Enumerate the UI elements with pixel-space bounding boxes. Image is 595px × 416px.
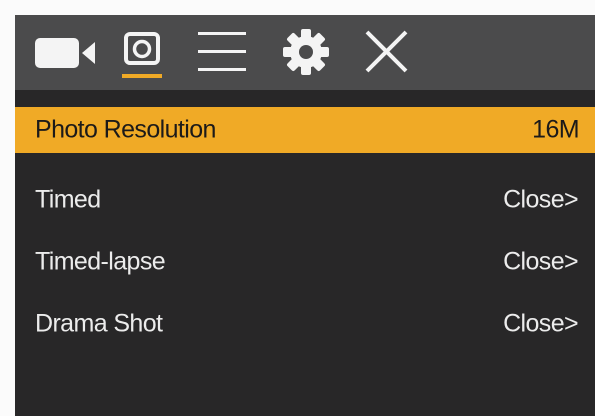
menu-item-label: Photo Resolution (35, 115, 216, 144)
menu-item-label: Timed-lapse (35, 247, 166, 276)
menu-item-label: Drama Shot (35, 309, 163, 338)
photo-camera-icon (124, 32, 160, 65)
menu-item-drama-shot[interactable]: Drama Shot Close> (15, 293, 595, 355)
video-mode-tab[interactable] (33, 15, 97, 90)
menu-item-timed[interactable]: Timed Close> (15, 169, 595, 231)
menu-list-icon (198, 32, 246, 71)
menu-item-value: Close> (503, 185, 579, 214)
menu-item-value: 16M (532, 115, 579, 144)
active-tab-indicator (122, 74, 162, 78)
camera-screen: Photo Resolution 16M Timed Close> Timed-… (15, 15, 595, 416)
menu-item-label: Timed (35, 185, 101, 214)
menu-item-value: Close> (503, 247, 579, 276)
photo-mode-tab[interactable] (119, 15, 165, 90)
settings-tab[interactable] (279, 15, 333, 90)
close-button[interactable] (362, 15, 412, 90)
mode-toolbar (15, 15, 595, 90)
menu-tab[interactable] (195, 15, 251, 90)
close-icon (365, 30, 408, 73)
settings-menu: Photo Resolution 16M Timed Close> Timed-… (15, 107, 595, 355)
menu-item-photo-resolution[interactable]: Photo Resolution 16M (15, 107, 595, 153)
video-camera-icon (35, 38, 95, 68)
settings-gear-icon (283, 29, 329, 75)
menu-item-value: Close> (503, 309, 579, 338)
menu-item-timed-lapse[interactable]: Timed-lapse Close> (15, 231, 595, 293)
